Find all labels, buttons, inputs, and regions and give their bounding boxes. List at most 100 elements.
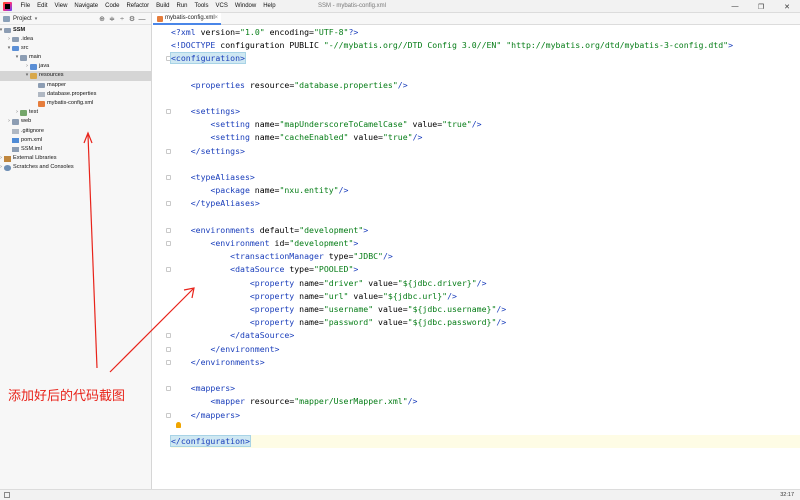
minimize-button[interactable]: — — [722, 0, 748, 13]
code-line[interactable]: <?xml version="1.0" encoding="UTF-8"?> — [171, 26, 800, 39]
code-line[interactable]: <!DOCTYPE configuration PUBLIC "-//mybat… — [171, 39, 800, 52]
close-tab-icon[interactable]: × — [214, 13, 218, 24]
code-line[interactable] — [171, 92, 800, 105]
close-button[interactable]: ✕ — [774, 0, 800, 13]
menu-help[interactable]: Help — [260, 0, 279, 13]
tool-window-toggle-icon[interactable] — [4, 492, 10, 498]
tree-item-label: External Libraries — [13, 155, 57, 162]
tree-item-label: mybatis-config.xml — [47, 100, 94, 106]
file-icon — [38, 91, 45, 98]
expand-all-icon[interactable]: ÷ — [117, 16, 127, 23]
menu-build[interactable]: Build — [153, 0, 173, 13]
folder-icon — [30, 73, 37, 79]
code-line[interactable] — [171, 65, 800, 78]
code-line[interactable]: <package name="nxu.entity"/> — [171, 184, 800, 197]
tree-item-folder-resources[interactable]: ▾ resources — [0, 71, 151, 81]
code-line[interactable]: <property name="driver" value="${jdbc.dr… — [171, 277, 800, 290]
menu-vcs[interactable]: VCS — [212, 0, 231, 13]
tree-item-file-database-properties[interactable]: database.properties — [0, 90, 151, 99]
menu-tools[interactable]: Tools — [191, 0, 212, 13]
collapse-all-icon[interactable]: ≑ — [107, 15, 117, 23]
chevron-down-icon[interactable]: ▾ — [35, 16, 38, 22]
menu-code[interactable]: Code — [102, 0, 123, 13]
menu-run[interactable]: Run — [173, 0, 191, 13]
scratch-icon — [4, 165, 11, 171]
code-line[interactable] — [171, 422, 800, 435]
folder-icon — [12, 36, 19, 43]
code-line[interactable] — [171, 211, 800, 224]
annotation-label: 添加好后的代码截图 — [8, 389, 126, 404]
code-line[interactable]: <properties resource="database.propertie… — [171, 79, 800, 92]
tree-item-label: test — [29, 109, 39, 116]
gear-icon[interactable]: ⚙ — [127, 15, 137, 23]
code-line[interactable]: <typeAliases> — [171, 171, 800, 184]
tree-item-folder-mapper[interactable]: mapper — [0, 81, 151, 90]
code-line[interactable]: <setting name="cacheEnabled" value="true… — [171, 131, 800, 144]
code-line[interactable]: <settings> — [171, 105, 800, 118]
tree-item-folder-idea[interactable]: › .idea — [0, 35, 151, 44]
tree-item-label: .idea — [21, 35, 34, 42]
code-line[interactable]: <mapper resource="mapper/UserMapper.xml"… — [171, 395, 800, 408]
menu-navigate[interactable]: Navigate — [71, 0, 102, 13]
project-panel-title[interactable]: Project — [13, 16, 32, 22]
tree-item-folder-src[interactable]: ▾ src — [0, 44, 151, 53]
code-line[interactable]: </settings> — [171, 145, 800, 158]
code-line[interactable]: <environment id="development"> — [171, 237, 800, 250]
code-line[interactable]: <property name="password" value="${jdbc.… — [171, 316, 800, 329]
tree-item-label: web — [21, 118, 32, 125]
tree-item-file-ssm-iml[interactable]: SSM.iml — [0, 145, 151, 154]
title-menu-bar: File Edit View Navigate Code Refactor Build Run… — [0, 0, 800, 13]
hide-panel-icon[interactable]: — — [137, 16, 147, 23]
folder-icon — [12, 119, 19, 125]
folder-icon — [12, 45, 19, 52]
code-line[interactable]: <transactionManager type="JDBC"/> — [171, 250, 800, 263]
locate-file-icon[interactable]: ⊕ — [97, 15, 107, 23]
tree-item-file-pom[interactable]: pom.xml — [0, 136, 151, 145]
xml-file-icon — [38, 101, 45, 107]
code-line[interactable]: </configuration> — [170, 435, 800, 449]
tree-item-label: pom.xml — [21, 136, 43, 143]
code-line[interactable]: </mappers> — [171, 409, 800, 422]
code-line[interactable]: <configuration> — [170, 52, 800, 65]
code-line[interactable] — [171, 369, 800, 382]
cursor-position[interactable]: 32:17 — [780, 491, 794, 500]
tree-item-label: main — [29, 54, 42, 61]
tree-item-folder-java[interactable]: › java — [0, 62, 151, 71]
code-line[interactable]: <dataSource type="POOLED"> — [171, 263, 800, 276]
menu-window[interactable]: Window — [231, 0, 259, 13]
restore-button[interactable]: ❐ — [748, 0, 774, 13]
code-line[interactable] — [171, 158, 800, 171]
code-line[interactable]: <setting name="mapUnderscoreToCamelCase"… — [171, 118, 800, 131]
window-controls: — ❐ ✕ — [722, 0, 800, 13]
tab-label: mybatis-config.xml — [165, 15, 215, 21]
menu-file[interactable]: File — [17, 0, 34, 13]
code-line[interactable]: </typeAliases> — [171, 197, 800, 210]
code-line[interactable]: <property name="url" value="${jdbc.url}"… — [171, 290, 800, 303]
code-line[interactable]: </dataSource> — [171, 329, 800, 342]
tree-item-scratches-and-consoles[interactable]: › Scratches and Consoles — [0, 163, 151, 172]
tree-item-folder-web[interactable]: › web — [0, 117, 151, 126]
folder-icon — [30, 64, 37, 70]
file-icon — [12, 146, 19, 153]
tree-item-label: SSM.iml — [21, 145, 42, 152]
tree-item-file-gitignore[interactable]: .gitignore — [0, 127, 151, 136]
code-line[interactable]: </environment> — [171, 343, 800, 356]
intention-bulb-icon[interactable] — [176, 422, 181, 428]
menu-refactor[interactable]: Refactor — [123, 0, 153, 13]
code-line[interactable]: <environments default="development"> — [171, 224, 800, 237]
editor: mybatis-config.xml × <?xml version="1.0"… — [153, 13, 800, 489]
code-line[interactable]: <mappers> — [171, 382, 800, 395]
tree-item-folder-main[interactable]: ▾ main — [0, 53, 151, 62]
tree-item-external-libraries[interactable]: › External Libraries — [0, 154, 151, 163]
menu-view[interactable]: View — [51, 0, 71, 13]
code-line[interactable]: <property name="username" value="${jdbc.… — [171, 303, 800, 316]
menu-edit[interactable]: Edit — [34, 0, 51, 13]
tab-mybatis-config[interactable]: mybatis-config.xml × — [153, 13, 221, 25]
tree-item-file-mybatis-config[interactable]: mybatis-config.xml — [0, 99, 151, 108]
code-line[interactable]: </environments> — [171, 356, 800, 369]
tree-item-folder-test[interactable]: › test — [0, 108, 151, 117]
editor-gutter[interactable] — [153, 25, 171, 489]
xml-file-icon — [157, 16, 163, 22]
code-area[interactable]: <?xml version="1.0" encoding="UTF-8"?> <!… — [170, 25, 800, 489]
tree-item-project-root[interactable]: ▾ SSM — [0, 26, 151, 35]
